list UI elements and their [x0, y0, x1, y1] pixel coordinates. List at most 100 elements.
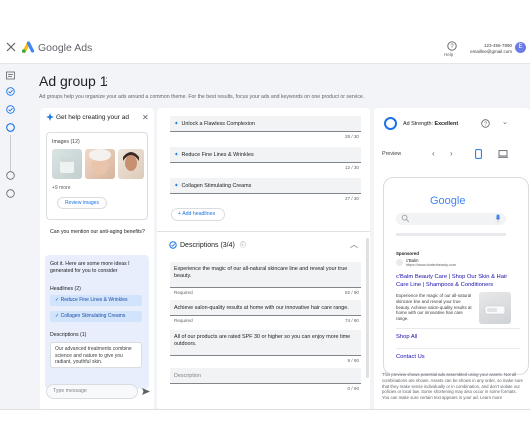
- description-suggestion[interactable]: Our advanced treatments combine science …: [50, 342, 142, 368]
- headline-field[interactable]: ✦ Collagen Stimulating Creams 27 / 30: [170, 178, 361, 202]
- field-meta: Required 74 / 90: [170, 316, 361, 324]
- char-count: 28 / 30: [344, 134, 359, 139]
- sparkle-icon: [46, 113, 54, 121]
- char-count: 82 / 90: [344, 290, 359, 295]
- section-divider: [157, 231, 370, 232]
- char-count: 9 / 90: [347, 358, 360, 363]
- help-icon[interactable]: ?: [481, 119, 490, 128]
- headline-field[interactable]: ✦ Reduce Fine Lines & Wrinkles 12 / 30: [170, 147, 361, 171]
- descriptions-label: Descriptions (1): [50, 332, 87, 338]
- ad-strength-value: Excellent: [434, 121, 459, 127]
- add-headlines-label: Add headlines: [182, 211, 216, 217]
- headline-text: Unlock a Flawless Complexion: [181, 121, 255, 127]
- more-images-label: +9 more: [52, 185, 71, 191]
- sitelink-shop-all[interactable]: Shop All: [396, 334, 417, 340]
- collapse-chevron-icon[interactable]: ︿: [350, 239, 358, 250]
- account-info[interactable]: 123-456-7890 emaillne@gmail.com: [466, 43, 512, 55]
- step-current-icon[interactable]: [6, 123, 15, 132]
- account-email: emaillne@gmail.com: [470, 49, 512, 54]
- avatar[interactable]: E: [515, 42, 526, 53]
- scrollbar[interactable]: [366, 238, 369, 378]
- step-pending-icon[interactable]: [6, 171, 15, 180]
- search-icon: [401, 214, 410, 223]
- message-input[interactable]: Type message: [46, 384, 138, 399]
- image-thumbnail[interactable]: [52, 149, 82, 179]
- chevron-left-icon[interactable]: ‹: [432, 149, 435, 158]
- mobile-preview-icon[interactable]: [475, 149, 482, 159]
- advertiser-favicon: [396, 259, 403, 266]
- char-count: 27 / 30: [344, 196, 359, 201]
- ad-editor: ✦ Unlock a Flawless Complexion 28 / 30 ✦ R…: [157, 108, 370, 409]
- page-subtitle: Ad groups help you organize your ads aro…: [39, 94, 365, 100]
- headline-field[interactable]: ✦ Unlock a Flawless Complexion 28 / 30: [170, 116, 361, 140]
- description-field[interactable]: All of our products are rated SPF 30 or …: [170, 330, 361, 364]
- field-meta: 9 / 90: [170, 356, 361, 364]
- progress-circle-icon: [169, 241, 177, 249]
- sitelink-contact-us[interactable]: Contact Us: [396, 354, 425, 360]
- advertiser-url: https://www.cbalmbeauty.com: [406, 263, 456, 267]
- step-complete-icon[interactable]: [6, 105, 15, 114]
- descriptions-header[interactable]: Descriptions (3/4) ⓘ: [169, 240, 246, 249]
- headline-input[interactable]: ✦ Reduce Fine Lines & Wrinkles: [170, 147, 361, 163]
- assistant-title: Get help creating your ad: [56, 114, 129, 121]
- sitelink-divider: [396, 348, 520, 349]
- info-icon[interactable]: ⓘ: [240, 243, 246, 249]
- portrait-image-icon: [123, 152, 139, 171]
- description-input[interactable]: Achieve salon-quality results at home wi…: [170, 300, 361, 316]
- char-count: 0 / 90: [347, 386, 360, 391]
- image-thumbnail[interactable]: [85, 149, 115, 179]
- top-bar: Google Ads ? Help 123-456-7890 emaillne@…: [0, 0, 530, 64]
- headline-text: Collagen Stimulating Creams: [181, 183, 252, 189]
- progress-rail: [0, 63, 22, 409]
- headline-input[interactable]: ✦ Unlock a Flawless Complexion: [170, 116, 361, 132]
- description-input[interactable]: Description: [170, 368, 361, 384]
- send-icon[interactable]: [142, 388, 150, 395]
- required-label: Required: [174, 290, 193, 295]
- chevron-down-icon[interactable]: ⌄: [502, 118, 508, 126]
- ad-editor-window: Google Ads ? Help 123-456-7890 emaillne@…: [0, 0, 530, 410]
- search-bar: [396, 213, 506, 225]
- ad-headline[interactable]: c'Balm Beauty Care | Shop Our Skin & Hai…: [396, 273, 520, 289]
- preview-panel: Ad Strength: Excellent ? ⌄ Preview ‹ › G…: [374, 108, 530, 409]
- headline-input[interactable]: ✦ Collagen Stimulating Creams: [170, 178, 361, 194]
- preview-label: Preview: [382, 151, 402, 157]
- close-icon[interactable]: [6, 42, 16, 52]
- ad-strength-label: Ad Strength:: [403, 121, 433, 127]
- review-images-button[interactable]: Review images: [57, 197, 107, 209]
- placeholder-bar: [396, 233, 506, 236]
- chip-label: Collagen Stimulating Creams: [60, 313, 126, 319]
- image-thumbnail[interactable]: [118, 149, 144, 179]
- mic-icon: [495, 214, 501, 223]
- headline-suggestion-chip[interactable]: ✓ Collagen Stimulating Creams: [50, 311, 142, 322]
- reply-intro: Got it. Here are some more ideas I gener…: [50, 261, 130, 274]
- description-input[interactable]: Experience the magic of our all-natural …: [170, 262, 361, 288]
- ad-strength-ring-icon: [384, 117, 397, 130]
- face-image-icon: [89, 149, 111, 175]
- headline-text: Reduce Fine Lines & Wrinkles: [181, 152, 254, 158]
- description-input[interactable]: All of our products are rated SPF 30 or …: [170, 330, 361, 356]
- more-options-icon[interactable]: ⋮: [102, 76, 111, 87]
- sparkle-icon: ✦: [174, 121, 179, 127]
- help-icon[interactable]: ?: [446, 41, 458, 51]
- headline-suggestion-chip[interactable]: ✓ Reduce Fine Lines & Wrinkles: [50, 295, 142, 306]
- svg-text:?: ?: [484, 122, 487, 128]
- close-icon[interactable]: ✕: [142, 113, 149, 122]
- add-headlines-button[interactable]: + Add headlines: [171, 208, 225, 221]
- description-field[interactable]: Achieve salon-quality results at home wi…: [170, 300, 361, 324]
- images-card: Images (12) +9 more Review images: [46, 132, 148, 220]
- desktop-preview-icon[interactable]: [498, 150, 508, 158]
- help-label: Help: [444, 52, 454, 57]
- sponsored-label: Sponsored: [396, 251, 419, 256]
- field-meta: Required 82 / 90: [170, 288, 361, 296]
- headlines-label: Headlines (2): [50, 286, 81, 292]
- step-pending-icon[interactable]: [6, 189, 15, 198]
- step-complete-icon[interactable]: [6, 87, 15, 96]
- sitelink-divider: [396, 328, 520, 329]
- user-message: Can you mention our anti-aging benefits?: [50, 229, 145, 235]
- chevron-right-icon[interactable]: ›: [450, 149, 453, 158]
- list-icon[interactable]: [6, 71, 15, 80]
- sparkle-icon: ✦: [174, 152, 179, 158]
- ad-image: [479, 292, 511, 324]
- description-field[interactable]: Experience the magic of our all-natural …: [170, 262, 361, 296]
- description-field[interactable]: Description 0 / 90: [170, 368, 361, 392]
